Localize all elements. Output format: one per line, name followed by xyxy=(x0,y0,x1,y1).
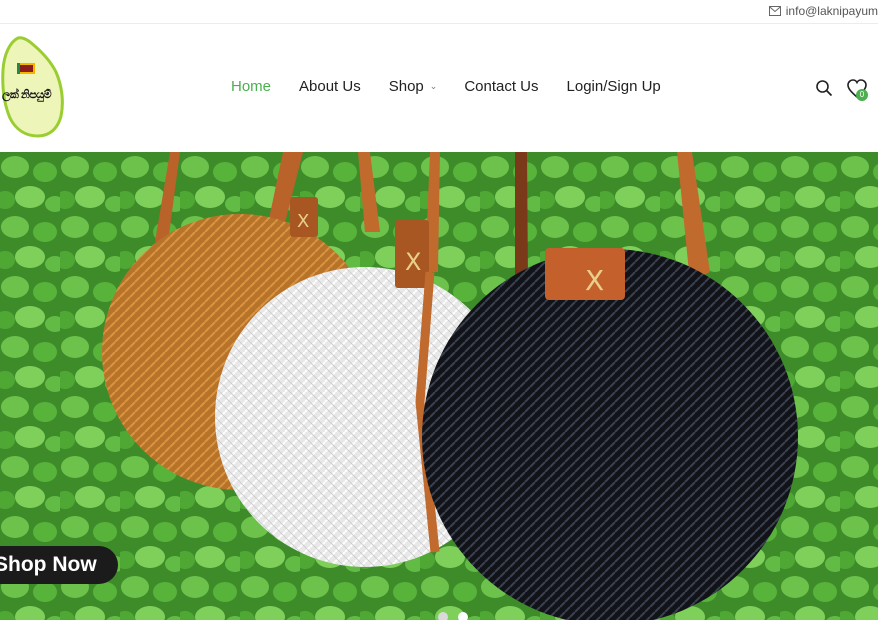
main-nav: Home About Us Shop ⌄ Contact Us Login/Si… xyxy=(231,78,661,95)
nav-home[interactable]: Home xyxy=(231,78,271,95)
sri-lanka-map-logo xyxy=(1,36,64,138)
email-text: info@laknipayum xyxy=(785,4,878,18)
svg-text:X: X xyxy=(585,264,604,297)
svg-text:X: X xyxy=(405,248,421,276)
nav-shop[interactable]: Shop ⌄ xyxy=(389,78,438,95)
search-icon[interactable] xyxy=(815,79,833,97)
contact-email[interactable]: info@laknipayum xyxy=(768,4,878,18)
slider-dot[interactable] xyxy=(438,612,448,620)
chevron-down-icon: ⌄ xyxy=(429,81,438,91)
slider-dot-active[interactable] xyxy=(458,612,468,620)
hero-banner: X X X Shop Now xyxy=(0,152,878,620)
slider-dots xyxy=(438,612,468,620)
shop-now-button[interactable]: Shop Now xyxy=(0,546,118,584)
site-header: ලක් නිපයුම් Home About Us Shop ⌄ Contact… xyxy=(0,24,878,152)
mail-icon xyxy=(768,6,781,16)
wishlist-count-badge: 0 xyxy=(856,89,868,101)
svg-text:X: X xyxy=(297,211,309,232)
nav-shop-label: Shop xyxy=(388,78,424,95)
nav-login-signup[interactable]: Login/Sign Up xyxy=(567,78,661,95)
site-logo[interactable]: ලක් නිපයුම් xyxy=(0,36,70,140)
logo-text: ලක් නිපයුම් xyxy=(2,89,52,101)
hero-image-rattan-bags: X X X xyxy=(0,152,878,620)
nav-contact-us[interactable]: Contact Us xyxy=(464,78,538,95)
nav-about-us[interactable]: About Us xyxy=(299,78,361,95)
top-bar: info@laknipayum xyxy=(0,0,878,24)
